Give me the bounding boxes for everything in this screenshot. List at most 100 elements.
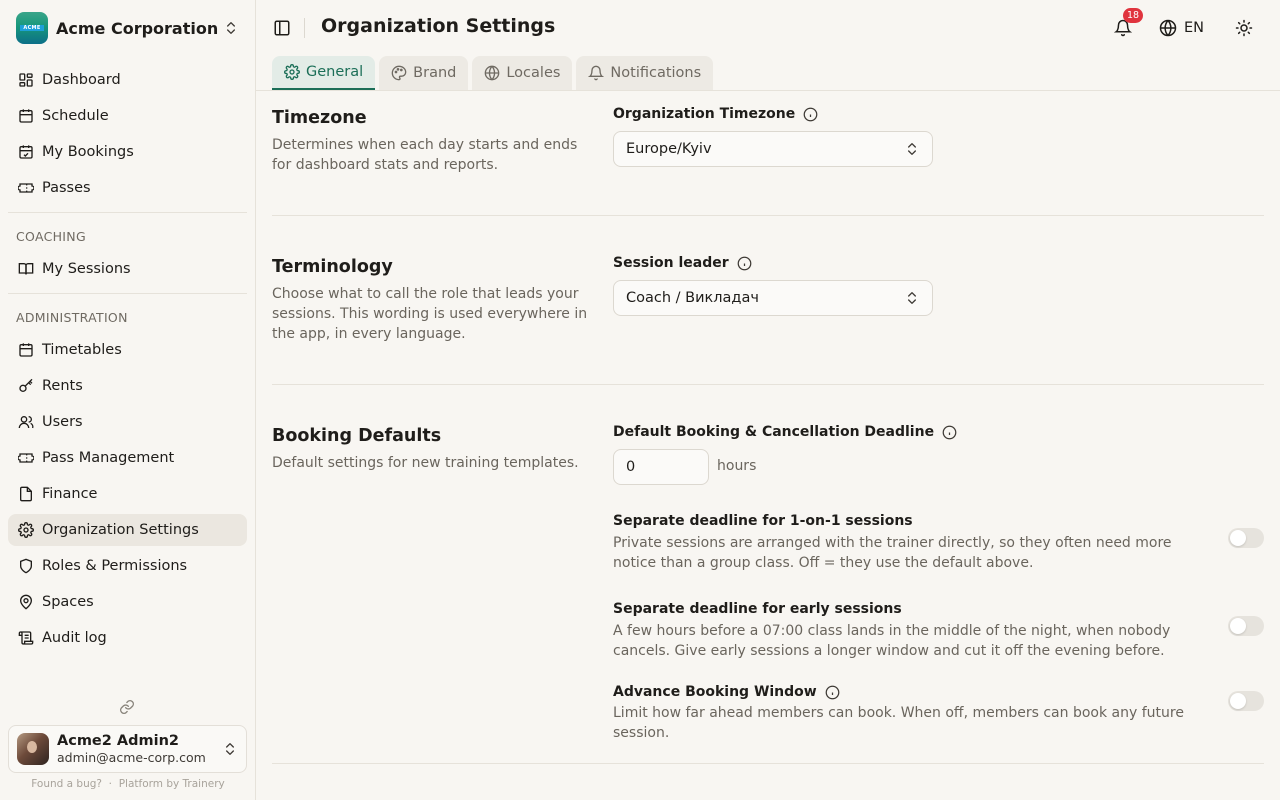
timezone-select[interactable]: Europe/Kyiv: [613, 131, 933, 167]
top-bar: Organization Settings 18 EN: [256, 0, 1280, 56]
settings-icon: [18, 522, 34, 538]
sidebar-item-label: Audit log: [42, 630, 107, 646]
settings-tabs: General Brand Locales Notifications: [272, 56, 714, 90]
org-name: Acme Corporation: [56, 18, 219, 38]
early-sessions-deadline-description: A few hours before a 07:00 class lands i…: [613, 623, 1171, 659]
notification-badge: 18: [1123, 8, 1143, 23]
early-sessions-deadline-toggle[interactable]: [1228, 616, 1264, 636]
info-icon[interactable]: [825, 685, 840, 700]
scroll-icon: [18, 631, 34, 645]
sidebar-item-label: Users: [42, 414, 83, 430]
sidebar: ACME Acme Corporation Dashboard Schedule…: [0, 0, 256, 800]
info-icon[interactable]: [737, 256, 752, 271]
sidebar-item-users[interactable]: Users: [8, 406, 247, 438]
sidebar-item-label: Spaces: [42, 594, 94, 610]
sidebar-toggle-icon[interactable]: [273, 19, 291, 37]
tab-label: Locales: [506, 65, 561, 81]
language-label: EN: [1184, 20, 1205, 36]
sidebar-item-schedule[interactable]: Schedule: [8, 100, 247, 132]
section-divider: [272, 763, 1264, 764]
chevrons-up-down-icon: [908, 292, 916, 304]
advance-booking-window-toggle[interactable]: [1228, 691, 1264, 711]
one-on-one-deadline-title: Separate deadline for 1-on-1 sessions: [613, 513, 913, 529]
sidebar-item-organization-settings[interactable]: Organization Settings: [8, 514, 247, 546]
sidebar-item-label: My Bookings: [42, 144, 134, 160]
info-icon[interactable]: [942, 425, 957, 440]
calendar-icon: [19, 109, 33, 123]
sidebar-item-label: Pass Management: [42, 450, 175, 466]
timezone-field-label: Organization Timezone: [613, 106, 818, 122]
sidebar-item-label: Finance: [42, 486, 98, 502]
ticket-icon: [18, 183, 34, 193]
user-email: admin@acme-corp.com: [57, 750, 206, 766]
sidebar-item-label: Roles & Permissions: [42, 558, 188, 574]
language-switcher[interactable]: EN: [1159, 18, 1204, 38]
one-on-one-deadline-toggle[interactable]: [1228, 528, 1264, 548]
sidebar-item-my-sessions[interactable]: My Sessions: [8, 253, 247, 285]
tab-notifications[interactable]: Notifications: [576, 56, 714, 90]
sidebar-item-passes[interactable]: Passes: [8, 172, 247, 204]
sidebar-divider: [8, 212, 247, 213]
link-icon[interactable]: [119, 699, 135, 715]
key-icon: [19, 378, 33, 392]
sidebar-item-label: Dashboard: [42, 72, 121, 88]
chevrons-up-down-icon: [908, 143, 916, 155]
booking-defaults-title: Booking Defaults: [272, 426, 442, 446]
ticket-icon: [18, 453, 34, 463]
sidebar-divider: [8, 293, 247, 294]
terminology-title: Terminology: [272, 257, 393, 277]
tab-label: Brand: [413, 65, 457, 81]
advance-booking-window-description: Limit how far ahead members can book. Wh…: [613, 705, 1184, 741]
tabs-divider: [256, 90, 1280, 91]
tab-brand[interactable]: Brand: [379, 56, 469, 90]
advance-booking-window-title: Advance Booking Window: [613, 684, 840, 700]
sidebar-item-timetables[interactable]: Timetables: [8, 334, 247, 366]
shield-icon: [20, 558, 32, 574]
bell-icon: [588, 65, 605, 81]
palette-icon: [391, 65, 407, 81]
sidebar-item-rents[interactable]: Rents: [8, 370, 247, 402]
sidebar-item-pass-management[interactable]: Pass Management: [8, 442, 247, 474]
sidebar-item-dashboard[interactable]: Dashboard: [8, 64, 247, 96]
settings-icon: [284, 64, 300, 80]
dashboard-icon: [19, 73, 33, 87]
booking-deadline-label: Default Booking & Cancellation Deadline: [613, 424, 957, 440]
sidebar-item-label: Passes: [42, 180, 91, 196]
terminology-description: Choose what to call the role that leads …: [272, 286, 588, 342]
sun-icon[interactable]: [1235, 19, 1253, 37]
org-switcher[interactable]: ACME Acme Corporation: [8, 8, 247, 48]
avatar: [17, 733, 49, 765]
users-icon: [18, 416, 34, 429]
sidebar-item-label: Schedule: [42, 108, 109, 124]
map-pin-icon: [19, 594, 33, 610]
sidebar-item-label: Timetables: [42, 342, 122, 358]
footer-separator: ·: [108, 778, 113, 790]
tab-locales[interactable]: Locales: [472, 56, 573, 90]
sidebar-item-my-bookings[interactable]: My Bookings: [8, 136, 247, 168]
chevrons-up-down-icon: [226, 743, 234, 755]
user-menu[interactable]: Acme2 Admin2 admin@acme-corp.com: [8, 725, 247, 773]
page-title: Organization Settings: [321, 15, 556, 37]
globe-icon: [1159, 19, 1177, 37]
booking-deadline-input[interactable]: [613, 449, 709, 485]
tab-label: Notifications: [610, 65, 702, 81]
timezone-title: Timezone: [272, 108, 367, 128]
platform-link[interactable]: Platform by Trainery: [119, 778, 225, 790]
found-bug-link[interactable]: Found a bug?: [31, 778, 102, 790]
chevrons-up-down-icon: [227, 22, 235, 34]
one-on-one-deadline-description: Private sessions are arranged with the t…: [613, 535, 1172, 571]
sidebar-item-spaces[interactable]: Spaces: [8, 586, 247, 618]
early-sessions-deadline-title: Separate deadline for early sessions: [613, 601, 902, 617]
section-divider: [272, 384, 1264, 385]
tab-general[interactable]: General: [272, 56, 376, 90]
sidebar-item-roles-permissions[interactable]: Roles & Permissions: [8, 550, 247, 582]
deadline-unit: hours: [717, 458, 757, 474]
info-icon[interactable]: [803, 107, 818, 122]
sidebar-item-audit-log[interactable]: Audit log: [8, 622, 247, 654]
sidebar-item-finance[interactable]: Finance: [8, 478, 247, 510]
session-leader-select[interactable]: Coach / Викладач: [613, 280, 933, 316]
file-icon: [20, 486, 32, 502]
calendar-check-icon: [19, 145, 33, 159]
calendar-grid-icon: [19, 343, 33, 357]
sidebar-item-label: Organization Settings: [42, 522, 199, 538]
